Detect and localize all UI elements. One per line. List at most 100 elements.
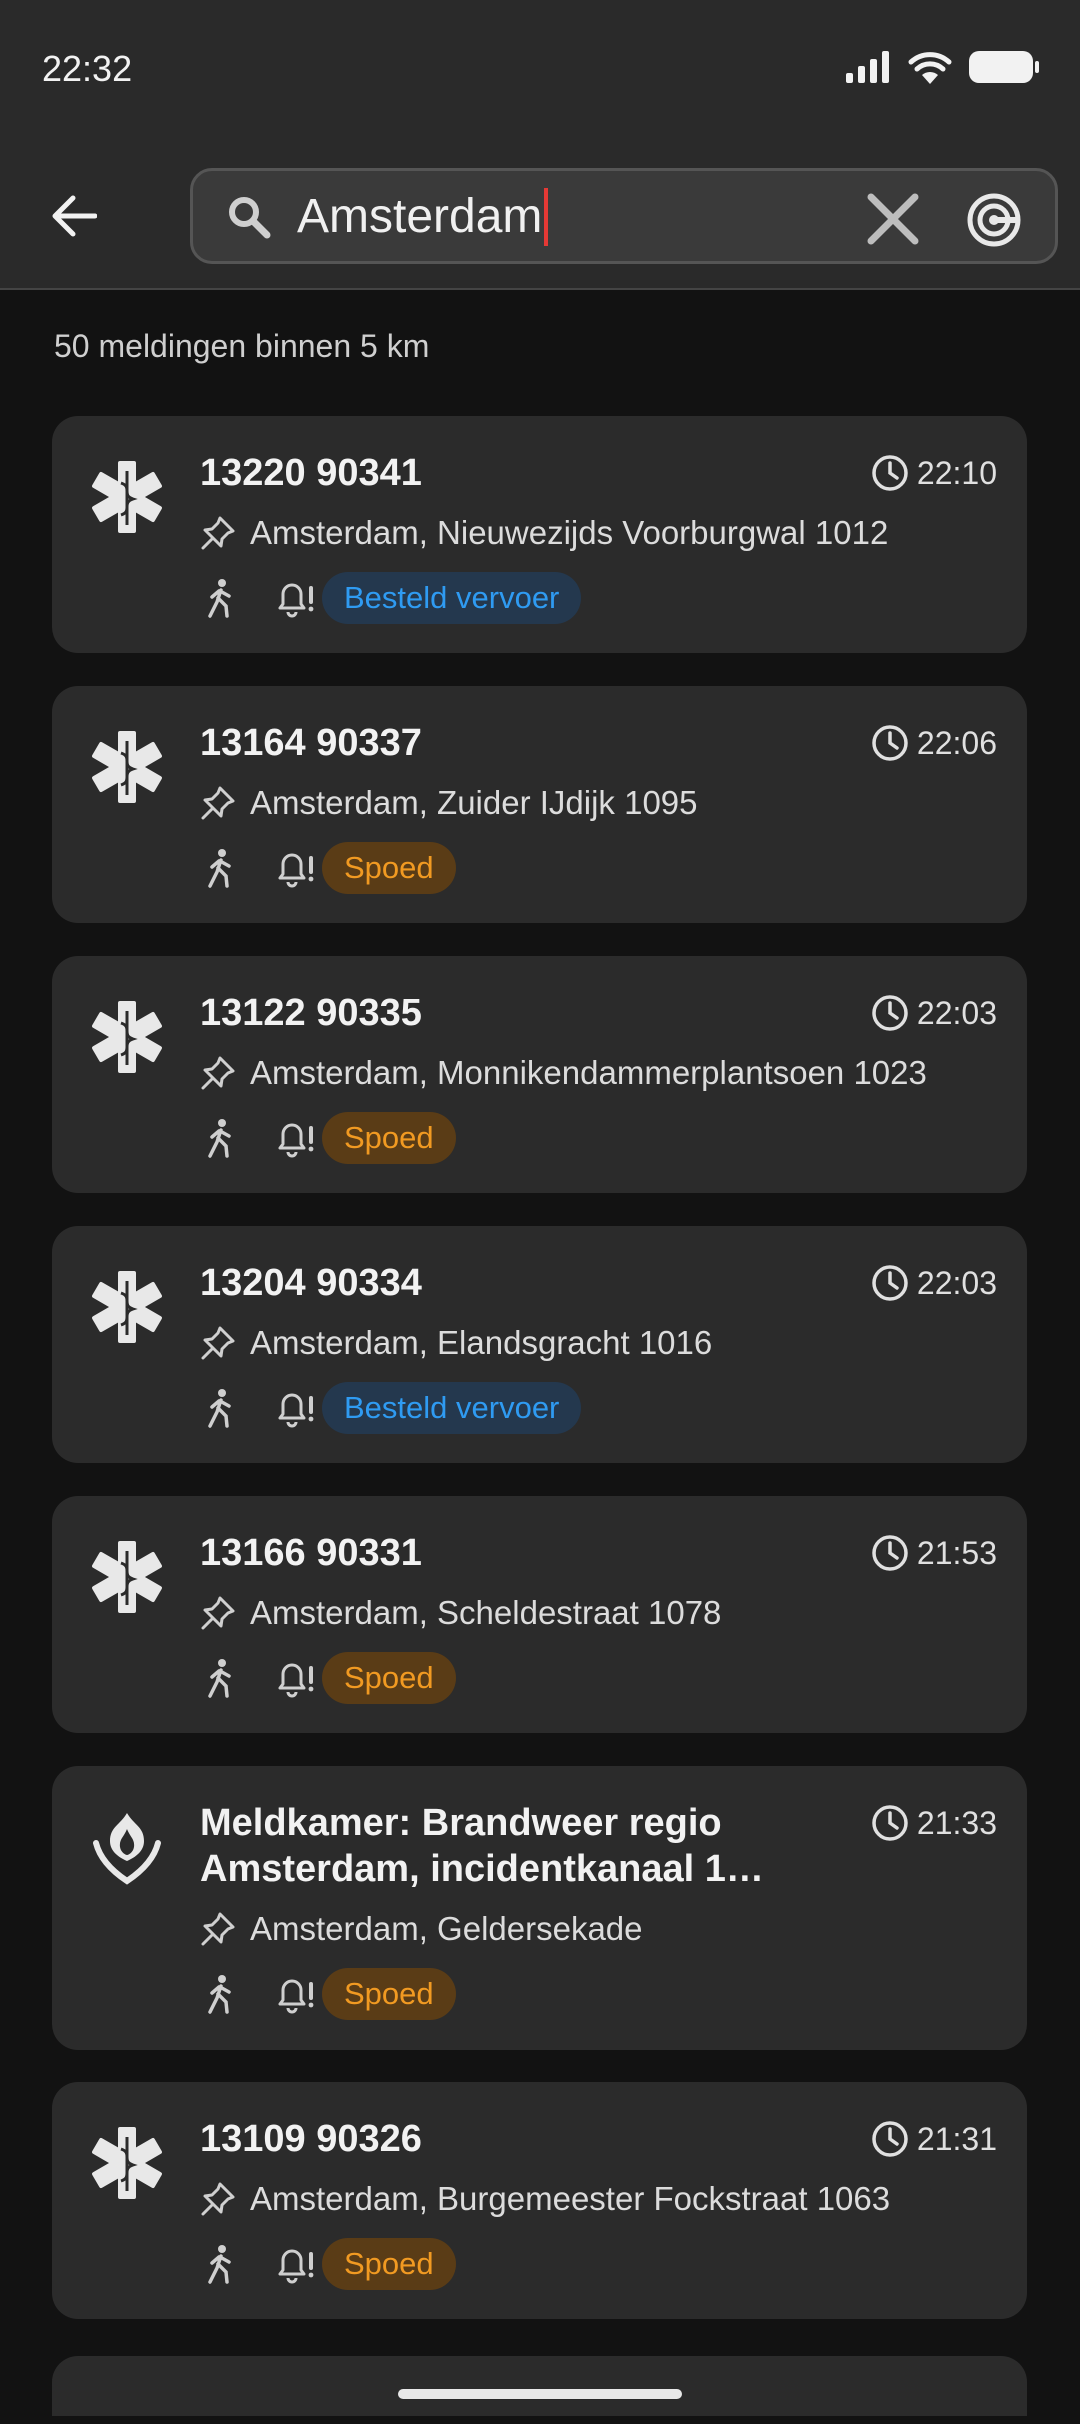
back-button[interactable] [40,186,106,246]
status-badge: Spoed [322,1112,456,1164]
incident-location: Amsterdam, Scheldestraat 1078 [200,1594,721,1632]
incident-time: 21:31 [871,2120,997,2158]
incident-time-text: 21:53 [916,1534,997,1571]
incident-location: Amsterdam, Elandsgracht 1016 [200,1324,712,1362]
bell-alert-icon [276,2242,320,2286]
walking-person-icon [200,1386,240,1430]
status-badge: Spoed [322,842,456,894]
incident-meta: Spoed [200,1968,456,2020]
pin-icon [201,786,235,820]
incident-location-text: Amsterdam, Geldersekade [250,1910,643,1947]
gps-target-icon [967,193,1021,247]
incident-location-text: Amsterdam, Elandsgracht 1016 [250,1324,713,1361]
close-icon [867,193,919,245]
incident-card[interactable]: 13220 90341 22:10 Amsterdam, Nieuwezijds… [52,416,1027,653]
bell-alert-icon [276,846,320,890]
search-box[interactable]: Amsterdam [190,168,1058,264]
incident-location: Amsterdam, Monnikendammerplantsoen 1023 [200,1054,927,1092]
pin-icon [201,516,235,550]
walking-person-icon [200,1972,240,2016]
ambulance-star-of-life-icon [84,454,170,540]
incident-time: 22:03 [871,1264,997,1302]
clock-icon [872,1265,908,1301]
pin-icon [201,1056,235,1090]
incident-location-text: Amsterdam, Scheldestraat 1078 [250,1594,722,1631]
incident-time: 21:53 [871,1534,997,1572]
search-input[interactable]: Amsterdam [297,188,549,246]
status-badge: Besteld vervoer [322,1382,582,1434]
home-indicator[interactable] [398,2389,682,2399]
incident-location: Amsterdam, Burgemeester Fockstraat 1063 [200,2180,890,2218]
incident-location-text: Amsterdam, Nieuwezijds Voorburgwal 1012 [250,514,889,551]
pin-icon [201,2182,235,2216]
bell-alert-icon [276,576,320,620]
incident-meta: Besteld vervoer [200,1382,582,1434]
results-summary: 50 meldingen binnen 5 km [54,328,430,364]
pin-icon [201,1596,235,1630]
incident-time: 22:03 [871,994,997,1032]
signal-icon [846,51,889,83]
incident-time: 22:10 [871,454,997,492]
gps-location-button[interactable] [963,189,1025,251]
incident-title: 13166 90331 [200,1532,422,1574]
status-bar: 22:32 [0,0,1080,142]
incident-title: 13204 90334 [200,1262,422,1304]
incident-location: Amsterdam, Geldersekade [200,1910,643,1948]
fire-department-icon [84,1804,170,1890]
ambulance-star-of-life-icon [84,724,170,810]
incident-time-text: 22:03 [916,1264,997,1301]
incident-card[interactable]: 13204 90334 22:03 Amsterdam, Elandsgrach… [52,1226,1027,1463]
clock-icon [872,725,908,761]
status-badge: Spoed [322,1968,456,2020]
status-badge: Spoed [322,2238,456,2290]
battery-icon [969,51,1039,83]
wifi-icon [908,52,952,84]
incident-location-text: Amsterdam, Monnikendammerplantsoen 1023 [250,1054,927,1091]
incident-title: 13122 90335 [200,992,422,1034]
incident-title: Meldkamer: Brandweer regio Amsterdam, in… [200,1802,726,1890]
incident-location: Amsterdam, Nieuwezijds Voorburgwal 1012 [200,514,888,552]
status-badge: Besteld vervoer [322,572,582,624]
clear-search-button[interactable] [863,193,923,245]
incident-time-text: 22:06 [916,724,997,761]
ambulance-star-of-life-icon [84,1534,170,1620]
incident-time-text: 21:31 [916,2120,997,2157]
incident-card[interactable]: 13109 90326 21:31 Amsterdam, Burgemeeste… [52,2082,1027,2319]
incident-meta: Spoed [200,842,456,894]
incident-card[interactable]: 13166 90331 21:53 Amsterdam, Scheldestra… [52,1496,1027,1733]
text-caret [544,188,549,246]
incident-time: 21:33 [871,1804,997,1842]
clock-icon [872,1535,908,1571]
incident-meta: Spoed [200,2238,456,2290]
bell-alert-icon [276,1386,320,1430]
incident-card-partial[interactable] [52,2356,1027,2416]
incident-card[interactable]: 13164 90337 22:06 Amsterdam, Zuider IJdi… [52,686,1027,923]
incident-time-text: 22:10 [916,454,997,491]
search-icon [227,195,271,244]
walking-person-icon [200,576,240,620]
incident-location-text: Amsterdam, Burgemeester Fockstraat 1063 [250,2180,891,2217]
ambulance-star-of-life-icon [84,994,170,1080]
incident-title: 13220 90341 [200,452,422,494]
incident-card[interactable]: 13122 90335 22:03 Amsterdam, Monnikendam… [52,956,1027,1193]
walking-person-icon [200,1656,240,1700]
incident-meta: Spoed [200,1652,456,1704]
incident-card[interactable]: Meldkamer: Brandweer regio Amsterdam, in… [52,1766,1027,2050]
incident-meta: Spoed [200,1112,456,1164]
incident-time-text: 22:03 [916,994,997,1031]
pin-icon [201,1912,235,1946]
clock-icon [872,995,908,1031]
bell-alert-icon [276,1972,320,2016]
pin-icon [201,1326,235,1360]
ambulance-star-of-life-icon [84,2120,170,2206]
ambulance-star-of-life-icon [84,1264,170,1350]
incident-time: 22:06 [871,724,997,762]
clock-icon [872,455,908,491]
incident-time-text: 21:33 [916,1804,997,1841]
incident-meta: Besteld vervoer [200,572,582,624]
incident-location-text: Amsterdam, Zuider IJdijk 1095 [250,784,698,821]
arrow-left-icon [52,195,97,237]
walking-person-icon [200,846,240,890]
app-bar: Amsterdam [0,142,1080,290]
incident-title: 13164 90337 [200,722,422,764]
